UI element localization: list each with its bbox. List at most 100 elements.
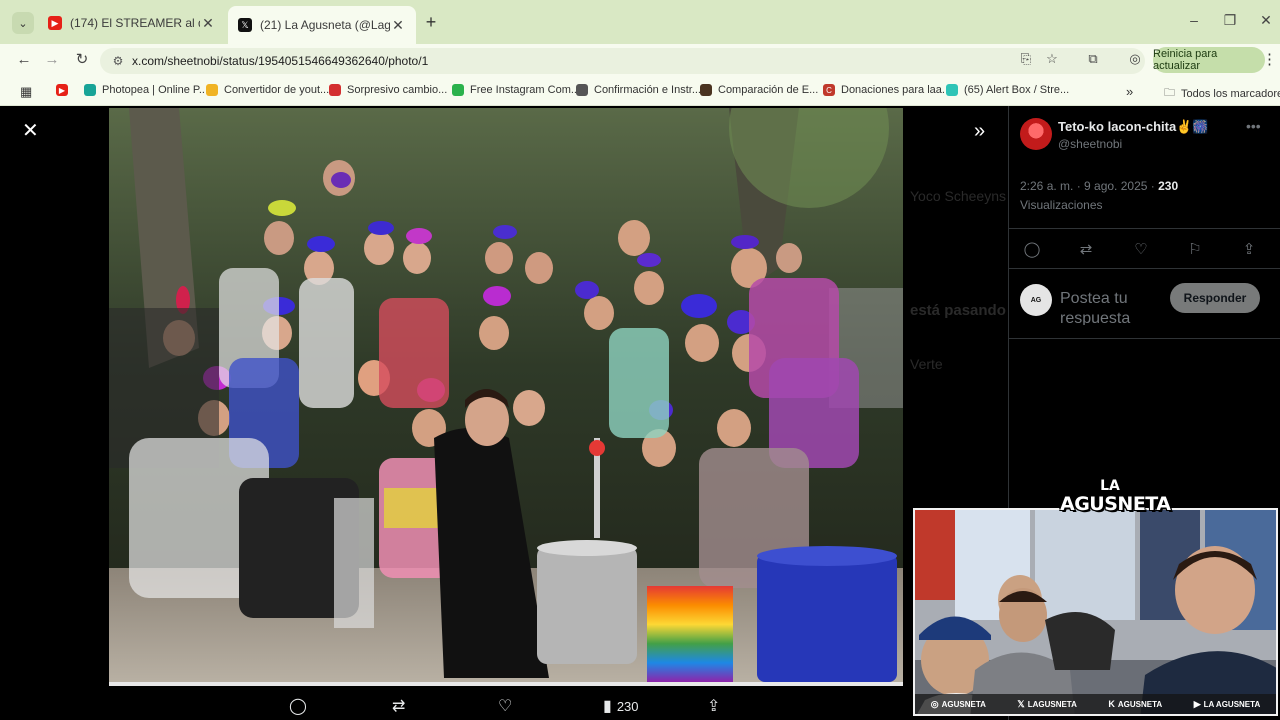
reply-button[interactable]: Responder — [1170, 283, 1260, 313]
reply-input[interactable]: Postea tu respuesta — [1060, 289, 1160, 325]
bookmark-label: Confirmación e Instr... — [594, 84, 701, 96]
apps-grid-icon[interactable]: ▦ — [20, 84, 32, 100]
bookmark-item[interactable]: (65) Alert Box / Stre... — [946, 84, 1069, 96]
tab-youtube[interactable]: ▶ (174) El STREAMER al que ACO ✕ — [38, 8, 226, 38]
window-close-icon[interactable]: ✕ — [1256, 12, 1276, 29]
views-label: Visualizaciones — [1020, 198, 1103, 212]
reply-bubble-icon: ◯ — [289, 698, 307, 715]
tab-close-icon[interactable]: ✕ — [390, 17, 406, 34]
folder-icon: 🗀 — [1164, 87, 1175, 99]
tweet-timestamp[interactable]: 2:26 a. m. · 9 ago. 2025 · 230 — [1020, 179, 1178, 193]
kick-icon: K — [1108, 699, 1115, 709]
view-count: 230 — [616, 698, 639, 714]
bookmark-item[interactable]: C Donaciones para laa... — [823, 84, 951, 96]
bookmark-label: Convertidor de yout... — [224, 84, 330, 96]
address-bar[interactable]: ⚙ x.com/sheetnobi/status/195405154664936… — [100, 48, 1145, 74]
bookmark-item[interactable]: Convertidor de yout... — [206, 84, 329, 96]
forward-arrow-icon[interactable]: → — [42, 50, 62, 70]
tab-title: (174) El STREAMER al que ACO — [70, 16, 200, 30]
screen: ⌄ ▶ (174) El STREAMER al que ACO ✕ 𝕏 (21… — [0, 0, 1280, 720]
instagram-tool-icon — [452, 84, 464, 96]
bar-chart-icon: ▮ — [603, 698, 612, 715]
more-bookmarks-icon[interactable]: » — [1126, 84, 1133, 99]
compare-icon — [700, 84, 712, 96]
new-tab-plus-icon[interactable]: + — [422, 12, 440, 33]
logo-line: LA — [1100, 478, 1120, 494]
social-instagram: ◎ AGUSNETA — [930, 698, 986, 709]
bookmark-item[interactable]: Sorpresivo cambio... — [329, 84, 447, 96]
bookmark-item[interactable]: Comparación de E... — [700, 84, 818, 96]
like-action[interactable]: ♡ — [498, 696, 512, 716]
reply-action[interactable]: ◯ — [289, 696, 307, 716]
update-button[interactable]: Reinicia para actualizar — [1153, 47, 1265, 73]
photo-bottom-strip — [109, 682, 903, 686]
bookmark-label: Donaciones para laa... — [841, 84, 952, 96]
agusneta-logo: LA AGUSNETA — [1060, 478, 1171, 536]
url-text: x.com/sheetnobi/status/19540515466493626… — [132, 54, 429, 68]
repost-icon[interactable]: ⇄ — [1074, 240, 1098, 258]
avatar[interactable] — [1020, 118, 1052, 150]
reload-icon[interactable]: ↻ — [72, 50, 92, 70]
browser-menu-icon[interactable]: ⋮ — [1262, 50, 1277, 68]
extensions-puzzle-icon[interactable]: ⧉ — [1084, 51, 1102, 67]
photopea-icon — [84, 84, 96, 96]
background-text: Yoco Scheeyns — [910, 188, 1006, 204]
all-bookmarks-folder[interactable]: 🗀 Todos los marcadores — [1164, 84, 1280, 103]
tab-search-chevron-icon[interactable]: ⌄ — [12, 12, 34, 34]
display-name[interactable]: Teto-ko lacon-chita✌️🎆 — [1058, 119, 1209, 135]
back-arrow-icon[interactable]: ← — [14, 50, 34, 70]
youtube-icon: ▶ — [56, 84, 68, 96]
user-handle[interactable]: @sheetnobi — [1058, 137, 1122, 151]
reply-bubble-icon[interactable]: ◯ — [1020, 240, 1044, 258]
browser-tab-bar: ⌄ ▶ (174) El STREAMER al que ACO ✕ 𝕏 (21… — [0, 0, 1280, 44]
bookmark-youtube[interactable]: ▶ — [56, 84, 74, 96]
heart-icon[interactable]: ♡ — [1129, 240, 1153, 258]
bookmark-star-icon[interactable]: ☆ — [1043, 51, 1061, 67]
donations-icon: C — [823, 84, 835, 96]
share-upload-icon[interactable]: ⇪ — [1237, 240, 1261, 258]
minimize-icon[interactable]: – — [1184, 12, 1204, 28]
share-upload-icon: ⇪ — [707, 698, 721, 715]
browser-toolbar: ← → ↻ ⚙ x.com/sheetnobi/status/195405154… — [0, 44, 1280, 76]
bookmark-item[interactable]: Free Instagram Com... — [452, 84, 580, 96]
views-action[interactable]: ▮ 230 — [603, 696, 639, 716]
bookmark-label: Photopea | Online P... — [102, 84, 209, 96]
background-text: Verte — [910, 356, 943, 372]
bookmarks-bar: ▦ ▶ Photopea | Online P... Convertidor d… — [0, 76, 1280, 106]
tweet-view-count: 230 — [1158, 179, 1179, 193]
bookmark-item[interactable]: Photopea | Online P... — [84, 84, 208, 96]
tweet-photo[interactable] — [109, 108, 903, 682]
news-icon — [329, 84, 341, 96]
background-text: está pasando — [910, 302, 1006, 319]
divider — [1008, 268, 1280, 269]
own-avatar: AG — [1020, 284, 1052, 316]
social-youtube: ▶ LA AGUSNETA — [1193, 698, 1261, 709]
share-action[interactable]: ⇪ — [707, 696, 720, 716]
bookmark-label: Sorpresivo cambio... — [347, 84, 448, 96]
more-options-icon[interactable]: ••• — [1246, 118, 1261, 134]
tab-title: (21) La Agusneta (@Lagusneta) — [260, 18, 390, 32]
repost-icon: ⇄ — [392, 698, 406, 715]
tab-close-icon[interactable]: ✕ — [200, 15, 216, 32]
streamlabs-icon — [946, 84, 958, 96]
bookmark-item[interactable]: Confirmación e Instr... — [576, 84, 701, 96]
bookmark-icon[interactable]: ⚐ — [1183, 240, 1207, 258]
instagram-icon: ◎ — [930, 698, 939, 709]
site-info-icon[interactable]: ⚙ — [108, 54, 128, 68]
heart-icon: ♡ — [498, 698, 513, 715]
divider — [1008, 228, 1280, 229]
youtube-icon: ▶ — [48, 16, 62, 30]
logo-line: AGUSNETA — [1060, 493, 1171, 515]
restore-icon[interactable]: ❐ — [1220, 12, 1240, 29]
repost-action[interactable]: ⇄ — [392, 696, 405, 716]
install-app-icon[interactable]: ⎘ — [1017, 51, 1035, 67]
chevron-double-right-icon[interactable]: » — [974, 120, 985, 143]
close-icon[interactable]: ✕ — [22, 118, 39, 143]
tab-x-agusneta[interactable]: 𝕏 (21) La Agusneta (@Lagusneta) ✕ — [228, 6, 416, 44]
social-kick: K AGUSNETA — [1108, 699, 1163, 709]
youtube-icon: ▶ — [1193, 698, 1201, 709]
bookmark-label: Todos los marcadores — [1181, 87, 1280, 100]
profile-icon[interactable]: ◎ — [1126, 51, 1144, 67]
timestamp-text: 2:26 a. m. · 9 ago. 2025 · — [1020, 179, 1159, 193]
x-icon: 𝕏 — [238, 18, 252, 32]
